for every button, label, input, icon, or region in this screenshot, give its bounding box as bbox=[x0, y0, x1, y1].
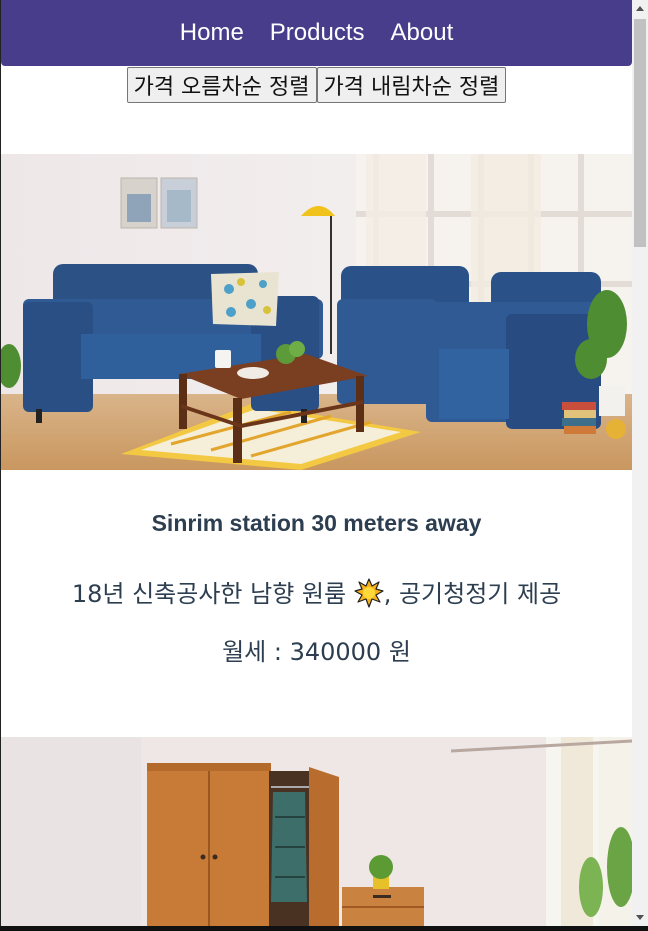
product-image-wardrobe bbox=[1, 737, 632, 926]
product-description-text-end: , 공기청정기 제공 bbox=[383, 580, 562, 608]
window-edge-bottom bbox=[0, 926, 648, 931]
sort-ascending-button[interactable]: 가격 오름차순 정렬 bbox=[126, 67, 317, 103]
nav-products-link[interactable]: Products bbox=[270, 19, 365, 47]
product-price: 월세 : 340000 원 bbox=[222, 638, 411, 666]
sort-controls: 가격 오름차순 정렬 가격 내림차순 정렬 bbox=[1, 67, 632, 103]
scroll-down-arrow-icon[interactable] bbox=[632, 909, 648, 926]
page-viewport: Home Products About 가격 오름차순 정렬 가격 내림차순 정… bbox=[1, 0, 632, 926]
product-description: 18년 신축공사한 남향 원룸 , 공기청정기 제공 bbox=[1, 574, 632, 609]
scroll-up-arrow-icon[interactable] bbox=[632, 0, 648, 17]
product-image-living-room bbox=[1, 154, 632, 470]
product-description-text: 18년 신축공사한 남향 원룸 bbox=[71, 580, 354, 608]
nav-about-link[interactable]: About bbox=[391, 19, 454, 47]
sun-icon bbox=[354, 578, 384, 608]
scrollbar-thumb[interactable] bbox=[634, 19, 646, 247]
nav-home-link[interactable]: Home bbox=[180, 19, 244, 47]
sort-descending-button[interactable]: 가격 내림차순 정렬 bbox=[316, 67, 507, 103]
vertical-scrollbar[interactable] bbox=[632, 0, 648, 926]
product-title: Sinrim station 30 meters away bbox=[151, 510, 482, 536]
navbar: Home Products About bbox=[1, 0, 632, 66]
